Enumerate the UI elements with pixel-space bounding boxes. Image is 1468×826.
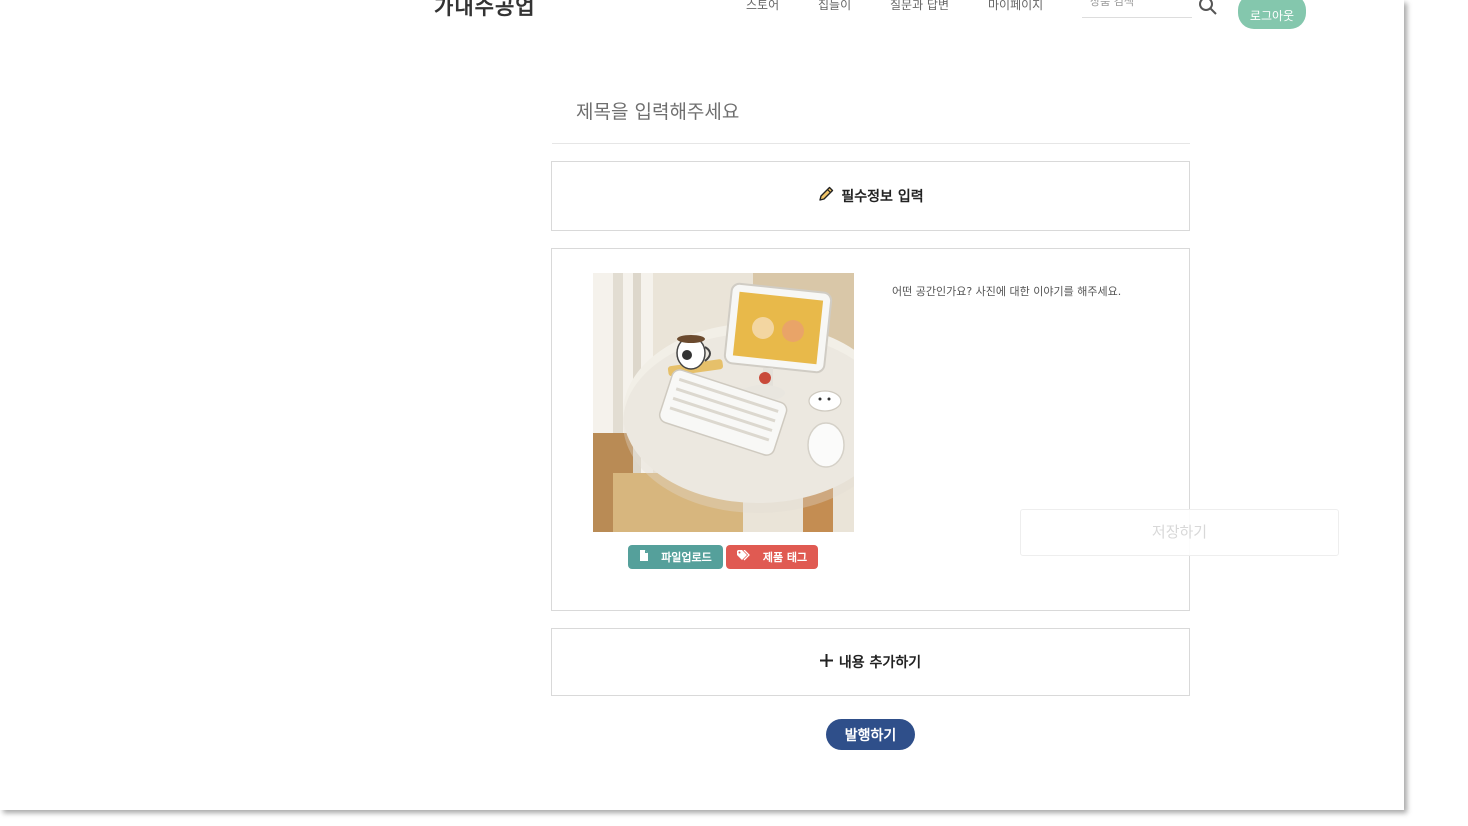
product-tag-label: 제품 태그 [762,551,808,564]
title-input[interactable] [552,80,1190,144]
nav-link-housewarming[interactable]: 집들이 [818,0,851,13]
pencil-icon [817,185,835,207]
plus-icon [819,653,833,671]
file-icon [639,550,649,564]
description-textarea[interactable] [892,283,1172,473]
content-block: 파일업로드 제품 태그 [551,248,1190,611]
top-nav: 가내수공업 스토어 집들이 질문과 답변 마이페이지 상품 검색 로그아웃 [0,0,1404,32]
nav-search-input[interactable]: 상품 검색 [1082,0,1192,18]
file-upload-button[interactable]: 파일업로드 [628,545,723,569]
logout-button[interactable]: 로그아웃 [1238,0,1306,29]
nav-link-store[interactable]: 스토어 [746,0,779,13]
required-info-row: 필수정보 입력 [552,185,1189,207]
nav-link-qna[interactable]: 질문과 답변 [890,0,949,13]
required-info-label: 필수정보 입력 [841,189,924,205]
publish-button[interactable]: 발행하기 [826,719,915,750]
file-upload-label: 파일업로드 [661,551,712,564]
add-content-row: 내용 추가하기 [552,652,1189,672]
required-info-button[interactable]: 필수정보 입력 [551,161,1190,231]
product-tag-button[interactable]: 제품 태그 [726,545,818,569]
save-button[interactable]: 저장하기 [1020,509,1339,556]
search-icon[interactable] [1198,0,1218,20]
site-logo[interactable]: 가내수공업 [434,0,536,22]
uploaded-photo[interactable] [593,273,854,532]
editor-window: 가내수공업 스토어 집들이 질문과 답변 마이페이지 상품 검색 로그아웃 필수… [0,0,1404,810]
tag-icon [736,549,751,564]
add-content-label: 내용 추가하기 [838,655,922,671]
add-content-button[interactable]: 내용 추가하기 [551,628,1190,696]
nav-link-mypage[interactable]: 마이페이지 [988,0,1043,13]
